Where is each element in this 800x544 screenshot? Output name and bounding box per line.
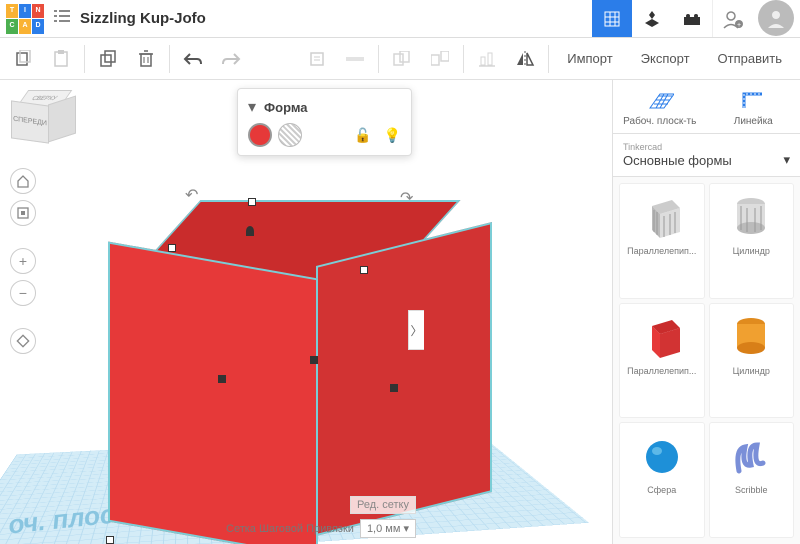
- visibility-button[interactable]: [338, 42, 372, 76]
- selected-shape-box[interactable]: [130, 200, 450, 540]
- shape-label: Scribble: [714, 485, 790, 495]
- lightbulb-icon[interactable]: 💡: [384, 127, 401, 144]
- snap-value-select[interactable]: 1,0 мм ▾: [360, 519, 416, 538]
- shape-label: Цилиндр: [714, 366, 790, 376]
- resize-handle[interactable]: [218, 375, 226, 383]
- shape-library-item[interactable]: Цилиндр: [709, 183, 795, 299]
- snap-label: Сетка Шаговой Привязки: [226, 523, 354, 535]
- project-title[interactable]: Sizzling Kup-Jofo: [80, 10, 592, 27]
- ortho-toggle-button[interactable]: [10, 328, 36, 354]
- workplane-tool-button[interactable]: Рабоч. плоск-ть: [613, 80, 707, 133]
- canvas[interactable]: оч. плоск-ть СВЕРХУ СПЕРЕДИ + − ↶ ↷: [0, 80, 612, 544]
- svg-text:+: +: [736, 22, 740, 29]
- solid-color-swatch[interactable]: [248, 123, 272, 147]
- import-button[interactable]: Импорт: [553, 51, 626, 66]
- shape-category-select[interactable]: Tinkercad Основные формы▾: [613, 134, 800, 177]
- shape-label: Параллелепип...: [624, 366, 700, 376]
- shape-library-item[interactable]: Параллелепип...: [619, 303, 705, 419]
- mode-blocks-button[interactable]: [632, 0, 672, 37]
- header-right: +: [592, 0, 800, 37]
- invite-user-button[interactable]: +: [712, 0, 752, 37]
- mode-bricks-button[interactable]: [672, 0, 712, 37]
- chevron-down-icon: ▾: [783, 152, 790, 168]
- home-view-button[interactable]: [10, 168, 36, 194]
- delete-button[interactable]: [129, 42, 163, 76]
- user-avatar[interactable]: [758, 0, 794, 36]
- app-header: TIN CAD Sizzling Kup-Jofo +: [0, 0, 800, 38]
- shape-thumb-icon: [725, 190, 777, 242]
- ruler-tool-button[interactable]: Линейка: [707, 80, 800, 133]
- viewcube-front[interactable]: СПЕРЕДИ: [11, 100, 49, 143]
- shape-label: Сфера: [624, 485, 700, 495]
- send-to-button[interactable]: Отправить: [704, 51, 796, 66]
- shape-inspector: ▾ Форма 🔓 💡: [237, 88, 412, 156]
- toolbar: Импорт Экспорт Отправить: [0, 38, 800, 80]
- resize-handle[interactable]: [360, 266, 368, 274]
- resize-handle[interactable]: [310, 356, 318, 364]
- inspector-title: Форма: [264, 100, 307, 115]
- main-area: оч. плоск-ть СВЕРХУ СПЕРЕДИ + − ↶ ↷: [0, 80, 800, 544]
- undo-button[interactable]: [176, 42, 210, 76]
- shape-label: Цилиндр: [714, 246, 790, 256]
- fit-view-button[interactable]: [10, 200, 36, 226]
- hole-swatch[interactable]: [278, 123, 302, 147]
- resize-handle[interactable]: [106, 536, 114, 544]
- viewcube[interactable]: СВЕРХУ СПЕРЕДИ: [12, 90, 72, 148]
- edit-grid-link[interactable]: Ред. сетку: [350, 496, 416, 514]
- align-button[interactable]: [470, 42, 504, 76]
- notes-button[interactable]: [300, 42, 334, 76]
- resize-handle[interactable]: [168, 244, 176, 252]
- resize-handle[interactable]: [248, 198, 256, 206]
- export-button[interactable]: Экспорт: [627, 51, 704, 66]
- ungroup-button[interactable]: [423, 42, 457, 76]
- copy-button[interactable]: [6, 42, 40, 76]
- snap-bar: Сетка Шаговой Привязки 1,0 мм ▾: [226, 519, 416, 538]
- viewcube-right[interactable]: [48, 95, 76, 142]
- collapse-icon[interactable]: ▾: [248, 97, 256, 117]
- mirror-button[interactable]: [508, 42, 542, 76]
- shape-library-item[interactable]: Цилиндр: [709, 303, 795, 419]
- shape-thumb-icon: [636, 429, 688, 481]
- project-list-icon[interactable]: [54, 9, 70, 28]
- zoom-out-button[interactable]: −: [10, 280, 36, 306]
- duplicate-button[interactable]: [91, 42, 125, 76]
- shape-thumb-icon: [725, 429, 777, 481]
- shapes-panel: Рабоч. плоск-ть Линейка Tinkercad Основн…: [612, 80, 800, 544]
- height-handle[interactable]: [246, 226, 254, 236]
- panel-toggle-button[interactable]: 〉: [408, 310, 424, 350]
- mode-3d-button[interactable]: [592, 0, 632, 37]
- shape-label: Параллелепип...: [624, 246, 700, 256]
- redo-button[interactable]: [214, 42, 248, 76]
- shape-library-item[interactable]: Параллелепип...: [619, 183, 705, 299]
- shape-library-item[interactable]: Сфера: [619, 422, 705, 538]
- shape-library-item[interactable]: Scribble: [709, 422, 795, 538]
- shape-thumb-icon: [636, 310, 688, 362]
- view-tools: + −: [10, 168, 36, 354]
- tinkercad-logo[interactable]: TIN CAD: [6, 4, 44, 34]
- shape-thumb-icon: [636, 190, 688, 242]
- zoom-in-button[interactable]: +: [10, 248, 36, 274]
- group-button[interactable]: [385, 42, 419, 76]
- paste-button[interactable]: [44, 42, 78, 76]
- resize-handle[interactable]: [390, 384, 398, 392]
- shape-thumb-icon: [725, 310, 777, 362]
- lock-icon[interactable]: 🔓: [354, 127, 371, 144]
- shape-library-grid: Параллелепип... Цилиндр Параллелепип... Цил…: [613, 177, 800, 544]
